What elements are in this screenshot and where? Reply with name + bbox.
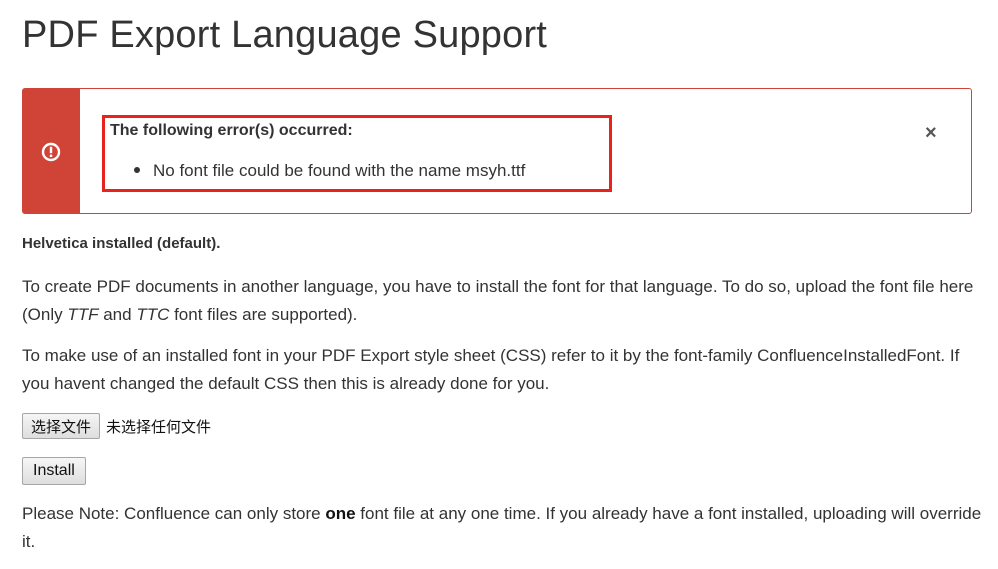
file-status: 未选择任何文件 — [106, 417, 212, 436]
error-list: No font file could be found with the nam… — [134, 161, 525, 181]
instructions-text-and: and — [98, 305, 137, 324]
choose-file-button[interactable]: 选择文件 — [22, 413, 101, 439]
note-paragraph: Please Note: Confluence can only store o… — [22, 500, 982, 556]
instructions-paragraph: To create PDF documents in another langu… — [22, 273, 982, 329]
error-list-item: No font file could be found with the nam… — [134, 161, 525, 181]
instructions-text-end: font files are supported). — [169, 305, 358, 324]
error-heading: The following error(s) occurred: — [110, 122, 353, 139]
error-message-panel: The following error(s) occurred: No font… — [22, 88, 972, 214]
file-input-row: 选择文件 未选择任何文件 — [22, 413, 211, 439]
close-icon[interactable]: × — [925, 123, 937, 143]
page-title: PDF Export Language Support — [22, 14, 548, 56]
font-status: Helvetica installed (default). — [22, 235, 221, 252]
note-emphasis: one — [325, 504, 356, 523]
error-item-text: No font file could be found with the nam… — [153, 161, 526, 180]
note-text: Please Note: Confluence can only store — [22, 504, 326, 523]
ttc-format: TTC — [136, 305, 170, 324]
install-button[interactable]: Install — [22, 457, 86, 485]
exclamation-circle-icon — [41, 142, 61, 162]
ttf-format: TTF — [67, 305, 99, 324]
css-usage-paragraph: To make use of an installed font in your… — [22, 346, 960, 393]
bullet-icon — [134, 166, 140, 173]
